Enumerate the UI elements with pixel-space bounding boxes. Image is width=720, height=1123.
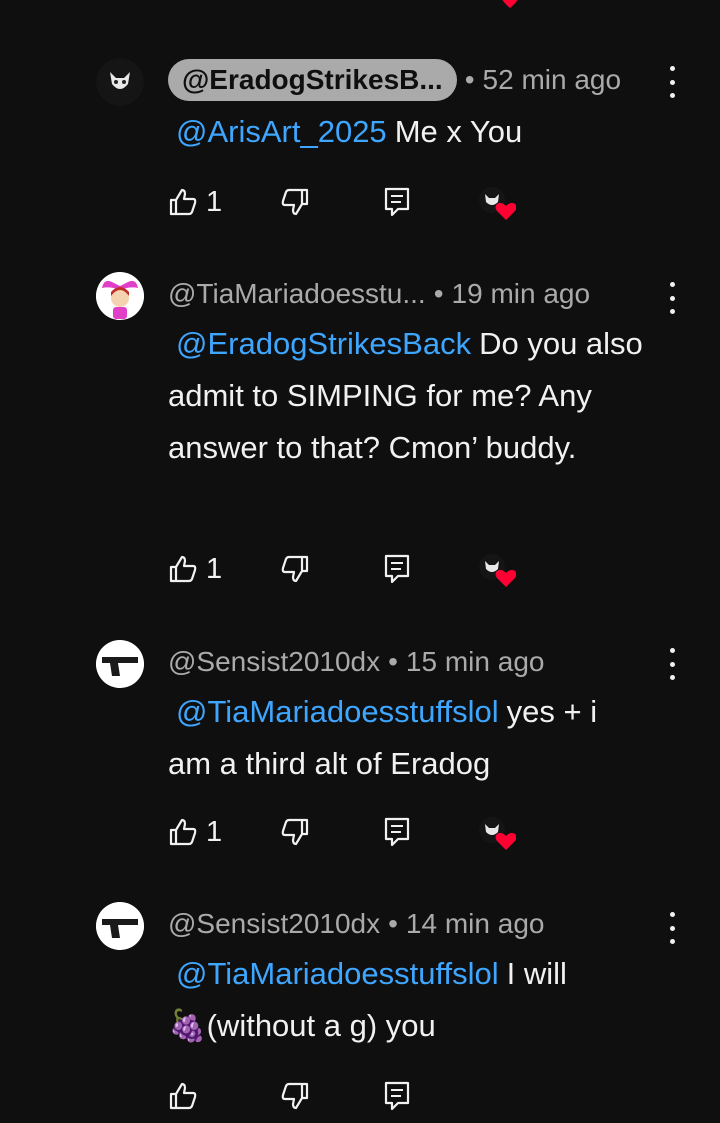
comment-author-handle[interactable]: @Sensist2010dx: [168, 908, 380, 940]
mention-link[interactable]: @TiaMariadoesstuffslol: [176, 956, 499, 991]
creator-heart-icon: [479, 554, 516, 587]
reply-icon: [384, 817, 410, 847]
dislike-button[interactable]: [280, 549, 310, 589]
reply-button[interactable]: [384, 812, 410, 852]
more-options-icon[interactable]: [664, 282, 680, 314]
avatar[interactable]: [96, 58, 144, 106]
reply-icon: [384, 187, 410, 217]
thumbs-down-icon: [281, 188, 309, 216]
reply-icon: [384, 1081, 410, 1111]
like-button[interactable]: [168, 1076, 206, 1116]
reply-button[interactable]: [384, 549, 410, 589]
dislike-button[interactable]: [280, 812, 310, 852]
thumbs-up-icon: [169, 555, 197, 583]
comment-timestamp: 14 min ago: [405, 908, 545, 939]
dislike-button[interactable]: [280, 1076, 310, 1116]
more-options-icon[interactable]: [664, 912, 680, 944]
comment-body: I will: [506, 956, 567, 991]
thumbs-down-icon: [281, 1082, 309, 1110]
separator: •: [433, 278, 444, 309]
comment-author-handle[interactable]: @EradogStrikesB...: [168, 59, 457, 101]
thumbs-down-icon: [281, 818, 309, 846]
comment-text: @ArisArt_2025 Me x You: [168, 106, 668, 158]
comment-text: @TiaMariadoesstuffslol I will 🍇(without a …: [168, 948, 668, 1052]
pink-character-icon: [96, 272, 144, 320]
comment-author-handle[interactable]: @TiaMariadoesstu...: [168, 278, 426, 310]
mention-link[interactable]: @EradogStrikesBack: [176, 326, 471, 361]
comment-author-handle[interactable]: @Sensist2010dx: [168, 646, 380, 678]
more-options-icon[interactable]: [664, 648, 680, 680]
separator: •: [388, 908, 398, 939]
white-dog-icon: [96, 58, 144, 106]
creator-heart-icon: [479, 817, 516, 850]
grapes-emoji: 🍇: [168, 1008, 207, 1043]
avatar[interactable]: [96, 272, 144, 320]
more-options-icon[interactable]: [664, 66, 680, 98]
avatar[interactable]: [96, 640, 144, 688]
reply-icon: [384, 554, 410, 584]
like-button[interactable]: 1: [168, 549, 222, 589]
comment-timestamp: 52 min ago: [482, 64, 622, 95]
comment-timestamp: 19 min ago: [451, 278, 591, 309]
like-button[interactable]: 1: [168, 812, 222, 852]
separator: •: [464, 64, 475, 95]
avatar[interactable]: [96, 902, 144, 950]
mention-link[interactable]: @ArisArt_2025: [176, 114, 387, 149]
like-button[interactable]: 1: [168, 182, 222, 222]
pistol-icon: [96, 902, 144, 950]
creator-heart-icon: [479, 187, 516, 220]
thumbs-up-icon: [169, 188, 197, 216]
thumbs-up-icon: [169, 818, 197, 846]
reply-button[interactable]: [384, 182, 410, 222]
reply-button[interactable]: [384, 1076, 410, 1116]
like-count: 1: [206, 815, 223, 848]
thumbs-down-icon: [281, 555, 309, 583]
thumbs-up-icon: [169, 1082, 197, 1110]
comment-text: @EradogStrikesBack Do you also admit to S…: [168, 318, 668, 474]
dislike-button[interactable]: [280, 182, 310, 222]
comment-timestamp: 15 min ago: [405, 646, 545, 677]
comment-text: @TiaMariadoesstuffslol yes + i am a third…: [168, 686, 648, 790]
comment-body: Me x You: [394, 114, 523, 149]
comment-body: (without a g) you: [206, 1008, 436, 1043]
like-count: 1: [206, 185, 223, 218]
mention-link[interactable]: @TiaMariadoesstuffslol: [176, 694, 499, 729]
heart-icon: [502, 0, 518, 8]
like-count: 1: [206, 552, 223, 585]
pistol-icon: [96, 640, 144, 688]
separator: •: [388, 646, 398, 677]
